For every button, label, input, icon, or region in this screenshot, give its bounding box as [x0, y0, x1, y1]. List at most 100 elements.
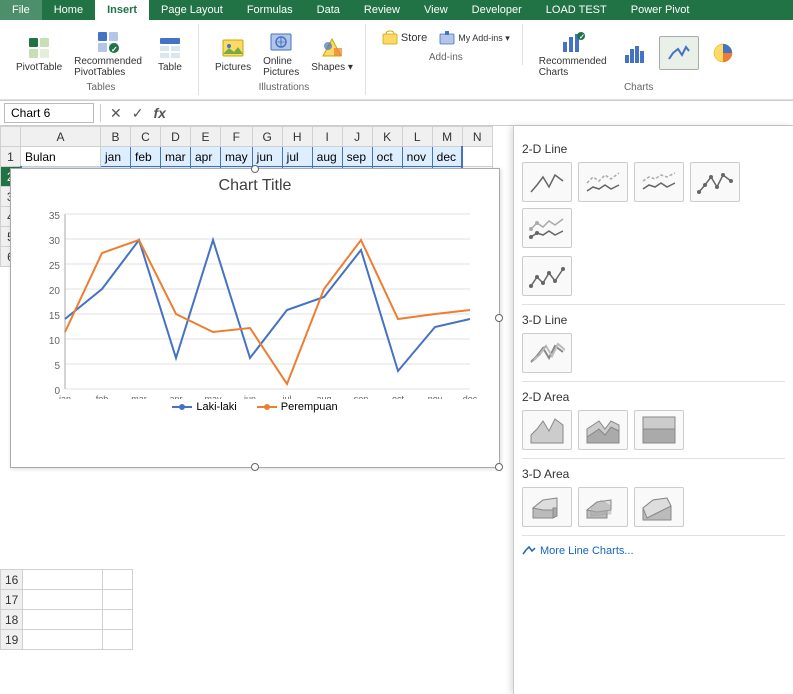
- chart-container[interactable]: Chart Title 0 5 10 15 20 25 30 35: [10, 168, 500, 468]
- pie-chart-icon: [709, 39, 737, 67]
- col-header-l[interactable]: L: [402, 127, 432, 147]
- cell-c1[interactable]: feb: [131, 147, 161, 167]
- table-row: 19: [1, 630, 133, 650]
- tab-power-pivot[interactable]: Power Pivot: [619, 0, 702, 20]
- tab-formulas[interactable]: Formulas: [235, 0, 305, 20]
- table-button[interactable]: Table: [150, 32, 190, 75]
- store-button[interactable]: Store: [378, 26, 431, 50]
- online-pictures-icon: [267, 28, 295, 56]
- pictures-button[interactable]: Pictures: [211, 32, 255, 75]
- cell-a18[interactable]: [23, 610, 103, 630]
- column-chart-button[interactable]: [615, 37, 655, 69]
- col-header-a[interactable]: A: [21, 127, 101, 147]
- cell-n1[interactable]: [462, 147, 492, 167]
- more-link-label: More Line Charts...: [540, 545, 634, 557]
- tab-load-test[interactable]: LOAD TEST: [534, 0, 619, 20]
- pie-chart-button[interactable]: [703, 37, 743, 69]
- illustrations-group-label: Illustrations: [259, 82, 310, 93]
- cell-a16[interactable]: [23, 570, 103, 590]
- divider-3: [522, 458, 785, 459]
- 3d-line-grid: [522, 333, 785, 373]
- resize-handle-br[interactable]: [495, 463, 503, 471]
- col-header-n[interactable]: N: [462, 127, 492, 147]
- cell-a1[interactable]: Bulan: [21, 147, 101, 167]
- row-num-16: 16: [1, 570, 23, 590]
- tab-developer[interactable]: Developer: [460, 0, 534, 20]
- stacked-line-markers-btn[interactable]: [522, 208, 572, 248]
- cell-e1[interactable]: apr: [191, 147, 221, 167]
- cell-m1[interactable]: dec: [432, 147, 462, 167]
- col-header-e[interactable]: E: [191, 127, 221, 147]
- 100-area-btn[interactable]: [634, 410, 684, 450]
- insert-function-button[interactable]: fx: [150, 105, 168, 121]
- line-chart-button[interactable]: [659, 36, 699, 70]
- col-header-g[interactable]: G: [252, 127, 282, 147]
- 3d-area-btn[interactable]: [522, 487, 572, 527]
- more-line-charts-link[interactable]: More Line Charts...: [522, 544, 785, 558]
- resize-handle-bottom[interactable]: [251, 463, 259, 471]
- tab-file[interactable]: File: [0, 0, 42, 20]
- divider-1: [522, 304, 785, 305]
- ribbon-tabs: File Home Insert Page Layout Formulas Da…: [0, 0, 793, 20]
- col-header-h[interactable]: H: [282, 127, 312, 147]
- 3d-stacked-area-btn[interactable]: [578, 487, 628, 527]
- tab-insert[interactable]: Insert: [95, 0, 149, 20]
- 3d-line-btn[interactable]: [522, 333, 572, 373]
- 100-stacked-line-btn[interactable]: [634, 162, 684, 202]
- col-header-b[interactable]: B: [101, 127, 131, 147]
- stacked-line-btn[interactable]: [578, 162, 628, 202]
- col-header-j[interactable]: J: [342, 127, 372, 147]
- resize-handle-top[interactable]: [251, 165, 259, 173]
- cell-h1[interactable]: jul: [282, 147, 312, 167]
- cell-j1[interactable]: sep: [342, 147, 372, 167]
- cell-a19[interactable]: [23, 630, 103, 650]
- resize-handle-right[interactable]: [495, 314, 503, 322]
- recommended-pivot-button[interactable]: ✓ RecommendedPivotTables: [70, 26, 146, 80]
- name-box[interactable]: [4, 103, 94, 123]
- tables-group-label: Tables: [87, 82, 116, 93]
- col-header-i[interactable]: I: [312, 127, 342, 147]
- line-single-btn[interactable]: [522, 256, 572, 296]
- cell-l1[interactable]: nov: [402, 147, 432, 167]
- formula-bar: ✕ ✓ fx: [0, 101, 793, 126]
- col-header-d[interactable]: D: [161, 127, 191, 147]
- cell-k1[interactable]: oct: [372, 147, 402, 167]
- cell-d1[interactable]: mar: [161, 147, 191, 167]
- tab-home[interactable]: Home: [42, 0, 95, 20]
- shapes-button[interactable]: Shapes ▾: [307, 32, 357, 75]
- cell-g1[interactable]: jun: [252, 147, 282, 167]
- cell-i1[interactable]: aug: [312, 147, 342, 167]
- col-header-f[interactable]: F: [221, 127, 253, 147]
- cell-a17[interactable]: [23, 590, 103, 610]
- online-pictures-button[interactable]: OnlinePictures: [259, 26, 303, 80]
- table-icon: [156, 34, 184, 62]
- tab-data[interactable]: Data: [305, 0, 352, 20]
- 3d-100-area-btn[interactable]: [634, 487, 684, 527]
- 2d-area-title: 2-D Area: [522, 390, 785, 404]
- cell-b1[interactable]: jan: [101, 147, 131, 167]
- tab-view[interactable]: View: [412, 0, 460, 20]
- area-btn[interactable]: [522, 410, 572, 450]
- tab-review[interactable]: Review: [352, 0, 412, 20]
- my-addins-button[interactable]: My Add-ins ▾: [435, 26, 514, 50]
- line-chart-type-btn[interactable]: [522, 162, 572, 202]
- ribbon-group-addins: Store My Add-ins ▾ Add-ins: [374, 24, 523, 65]
- laki-laki-line: [65, 240, 470, 371]
- stacked-area-btn[interactable]: [578, 410, 628, 450]
- col-header-m[interactable]: M: [432, 127, 462, 147]
- line-markers-btn[interactable]: [690, 162, 740, 202]
- confirm-button[interactable]: ✓: [129, 105, 147, 122]
- recommended-charts-button[interactable]: ✓ RecommendedCharts: [535, 26, 611, 80]
- col-header-k[interactable]: K: [372, 127, 402, 147]
- tab-page-layout[interactable]: Page Layout: [149, 0, 235, 20]
- cancel-button[interactable]: ✕: [107, 105, 125, 122]
- divider-4: [522, 535, 785, 536]
- svg-text:20: 20: [49, 286, 61, 297]
- formula-input[interactable]: [173, 104, 789, 122]
- col-header-c[interactable]: C: [131, 127, 161, 147]
- legend-laki-laki: Laki-laki: [172, 401, 236, 413]
- 2d-area-grid: [522, 410, 785, 450]
- pivot-table-button[interactable]: PivotTable: [12, 32, 66, 75]
- table-row: 17: [1, 590, 133, 610]
- cell-f1[interactable]: may: [221, 147, 253, 167]
